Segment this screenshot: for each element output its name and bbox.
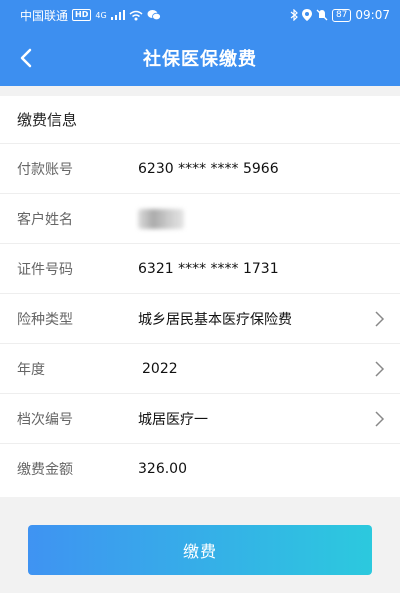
wifi-icon	[129, 10, 143, 20]
chevron-right-icon	[375, 361, 385, 377]
row-payment-amount: 缴费金额 326.00	[0, 444, 400, 494]
header-bar: 社保医保缴费	[0, 30, 400, 86]
battery-icon: 87	[331, 8, 352, 22]
field-label: 客户姓名	[17, 211, 73, 228]
row-grade-number[interactable]: 档次编号 城居医疗一	[0, 394, 400, 444]
field-label: 档次编号	[17, 411, 73, 428]
back-button[interactable]	[10, 42, 42, 74]
hd-badge: HD	[72, 9, 92, 21]
row-id-number: 证件号码 6321 **** **** 1731	[0, 244, 400, 294]
wechat-icon	[147, 10, 161, 21]
grade-number-value: 城居医疗一	[138, 411, 208, 428]
payment-account-value: 6230 **** **** 5966	[138, 160, 279, 177]
payment-amount-value: 326.00	[138, 461, 187, 477]
row-customer-name: 客户姓名	[0, 194, 400, 244]
row-year[interactable]: 年度 2022	[0, 344, 400, 394]
mute-icon	[316, 9, 328, 21]
chevron-left-icon	[20, 48, 32, 68]
insurance-type-value: 城乡居民基本医疗保险费	[138, 311, 292, 328]
clock-time: 09:07	[355, 8, 390, 22]
carrier-name: 中国联通	[20, 8, 69, 23]
network-type: 4G	[95, 10, 107, 20]
id-number-value: 6321 **** **** 1731	[138, 260, 279, 277]
row-payment-account: 付款账号 6230 **** **** 5966	[0, 144, 400, 194]
payment-info-card: 缴费信息 付款账号 6230 **** **** 5966 客户姓名 证件号码 …	[0, 96, 400, 497]
field-label: 证件号码	[17, 261, 73, 278]
bluetooth-icon	[290, 9, 298, 21]
section-title: 缴费信息	[0, 96, 400, 144]
field-label: 缴费金额	[17, 462, 73, 478]
year-value: 2022	[142, 360, 178, 377]
status-bar: 中国联通 HD 4G 87 09:07	[0, 0, 400, 30]
field-label: 险种类型	[17, 311, 73, 328]
field-label: 年度	[17, 361, 45, 378]
row-insurance-type[interactable]: 险种类型 城乡居民基本医疗保险费	[0, 294, 400, 344]
pay-button[interactable]: 缴费	[28, 525, 372, 575]
chevron-right-icon	[375, 411, 385, 427]
signal-icon	[110, 10, 125, 20]
field-label: 付款账号	[17, 161, 73, 178]
customer-name-redacted	[138, 208, 184, 229]
chevron-right-icon	[375, 311, 385, 327]
location-icon	[301, 9, 312, 21]
page-title: 社保医保缴费	[143, 49, 257, 70]
